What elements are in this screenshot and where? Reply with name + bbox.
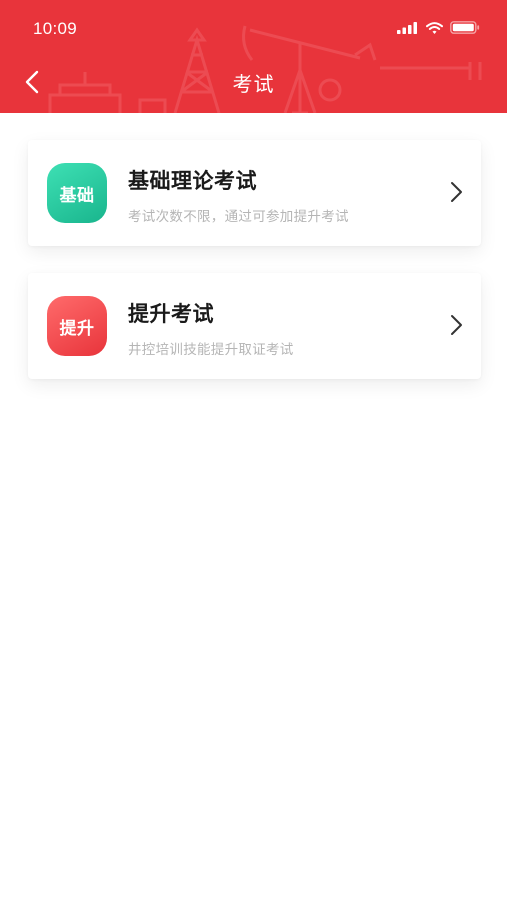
card-title: 提升考试 bbox=[128, 302, 214, 326]
battery-icon bbox=[450, 21, 480, 34]
signal-icon bbox=[397, 21, 417, 34]
status-time: 10:09 bbox=[33, 19, 78, 38]
card-subtitle: 井控培训技能提升取证考试 bbox=[128, 342, 294, 358]
exam-card-basic-theory[interactable]: 基础 基础理论考试 考试次数不限，通过可参加提升考试 bbox=[28, 140, 481, 246]
card-title: 基础理论考试 bbox=[128, 169, 257, 193]
advanced-badge-icon: 提升 bbox=[47, 296, 107, 356]
nav-bar: 考试 bbox=[0, 56, 507, 112]
header: 10:09 考试 bbox=[0, 0, 507, 113]
status-bar: 10:09 bbox=[0, 0, 507, 56]
page-title: 考试 bbox=[232, 72, 275, 96]
card-subtitle: 考试次数不限，通过可参加提升考试 bbox=[128, 209, 349, 225]
basic-badge-icon: 基础 bbox=[47, 163, 107, 223]
exam-card-advanced[interactable]: 提升 提升考试 井控培训技能提升取证考试 bbox=[28, 273, 481, 379]
chevron-right-icon bbox=[451, 315, 462, 335]
chevron-right-icon bbox=[451, 182, 462, 202]
wifi-icon bbox=[426, 21, 443, 34]
status-icons bbox=[397, 21, 480, 34]
